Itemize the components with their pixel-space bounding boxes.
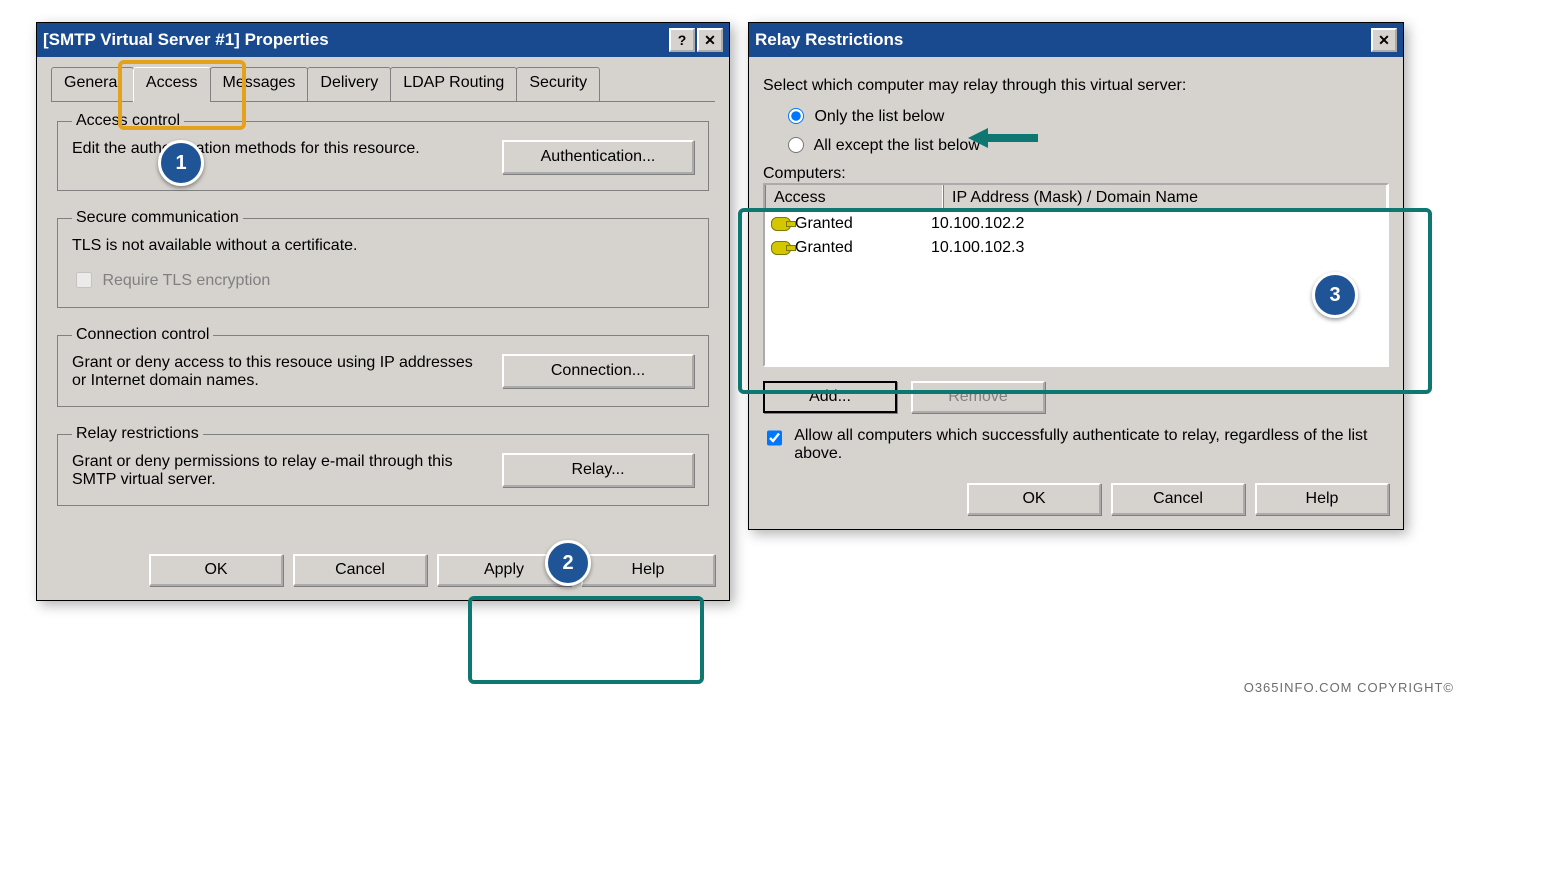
remove-button: Remove (911, 381, 1045, 413)
add-button[interactable]: Add... (763, 381, 897, 413)
list-header: Access IP Address (Mask) / Domain Name (765, 185, 1387, 212)
allow-auth-checkbox[interactable]: Allow all computers which successfully a… (763, 427, 1389, 463)
key-icon (771, 217, 791, 231)
access-control-text: Edit the authentication methods for this… (72, 140, 490, 158)
col-access[interactable]: Access (765, 185, 943, 211)
help-button[interactable]: Help (1255, 483, 1389, 515)
intro-text: Select which computer may relay through … (763, 77, 1389, 95)
properties-dialog: [SMTP Virtual Server #1] Properties ? ✕ … (36, 22, 730, 601)
tab-general[interactable]: General (51, 67, 134, 101)
dialog-footer: OK Cancel Apply Help (37, 544, 729, 600)
tab-ldap-routing[interactable]: LDAP Routing (390, 67, 517, 101)
group-access-control: Access control Edit the authentication m… (57, 112, 709, 191)
radio-except-input[interactable] (788, 137, 804, 153)
relay-restrictions-dialog: Relay Restrictions ✕ Select which comput… (748, 22, 1404, 530)
annotation-box-relay (468, 596, 704, 684)
allow-auth-input[interactable] (767, 430, 782, 446)
require-tls-input (76, 272, 92, 288)
help-button[interactable]: Help (581, 554, 715, 586)
tab-delivery[interactable]: Delivery (307, 67, 391, 101)
relay-text: Grant or deny permissions to relay e-mai… (72, 453, 490, 489)
list-item[interactable]: Granted 10.100.102.2 (765, 212, 1387, 236)
group-legend: Secure communication (72, 209, 243, 227)
client-area: Select which computer may relay through … (749, 57, 1403, 473)
computers-label: Computers: (763, 165, 1389, 183)
key-icon (771, 241, 791, 255)
connection-text: Grant or deny access to this resouce usi… (72, 354, 490, 390)
group-connection-control: Connection control Grant or deny access … (57, 326, 709, 407)
titlebar: [SMTP Virtual Server #1] Properties ? ✕ (37, 23, 729, 57)
relay-button[interactable]: Relay... (502, 453, 694, 487)
secure-text: TLS is not available without a certifica… (72, 237, 694, 255)
radio-only-list[interactable]: Only the list below (783, 105, 1389, 126)
close-icon[interactable]: ✕ (1371, 28, 1397, 52)
connection-button[interactable]: Connection... (502, 354, 694, 388)
group-legend: Connection control (72, 326, 213, 344)
cancel-button[interactable]: Cancel (293, 554, 427, 586)
require-tls-checkbox: Require TLS encryption (72, 272, 270, 289)
help-icon[interactable]: ? (669, 28, 695, 52)
apply-button[interactable]: Apply (437, 554, 571, 586)
computers-list[interactable]: Access IP Address (Mask) / Domain Name G… (763, 183, 1389, 367)
tab-access[interactable]: Access (133, 67, 211, 102)
radio-only-input[interactable] (788, 108, 804, 124)
authentication-button[interactable]: Authentication... (502, 140, 694, 174)
group-legend: Relay restrictions (72, 425, 203, 443)
tab-security[interactable]: Security (516, 67, 600, 101)
ok-button[interactable]: OK (149, 554, 283, 586)
cancel-button[interactable]: Cancel (1111, 483, 1245, 515)
group-secure-communication: Secure communication TLS is not availabl… (57, 209, 709, 308)
tab-strip: General Access Messages Delivery LDAP Ro… (51, 67, 715, 102)
tab-messages[interactable]: Messages (210, 67, 309, 101)
client-area: General Access Messages Delivery LDAP Ro… (37, 57, 729, 544)
col-ip[interactable]: IP Address (Mask) / Domain Name (943, 185, 1387, 211)
dialog-footer: OK Cancel Help (749, 473, 1403, 529)
radio-except-list[interactable]: All except the list below (783, 134, 1389, 155)
group-relay-restrictions: Relay restrictions Grant or deny permiss… (57, 425, 709, 506)
list-item[interactable]: Granted 10.100.102.3 (765, 236, 1387, 260)
group-legend: Access control (72, 112, 184, 130)
window-title: Relay Restrictions (755, 30, 1369, 50)
window-title: [SMTP Virtual Server #1] Properties (43, 30, 667, 50)
ok-button[interactable]: OK (967, 483, 1101, 515)
close-icon[interactable]: ✕ (697, 28, 723, 52)
titlebar: Relay Restrictions ✕ (749, 23, 1403, 57)
copyright-text: O365INFO.COM COPYRIGHT© (1244, 680, 1454, 695)
